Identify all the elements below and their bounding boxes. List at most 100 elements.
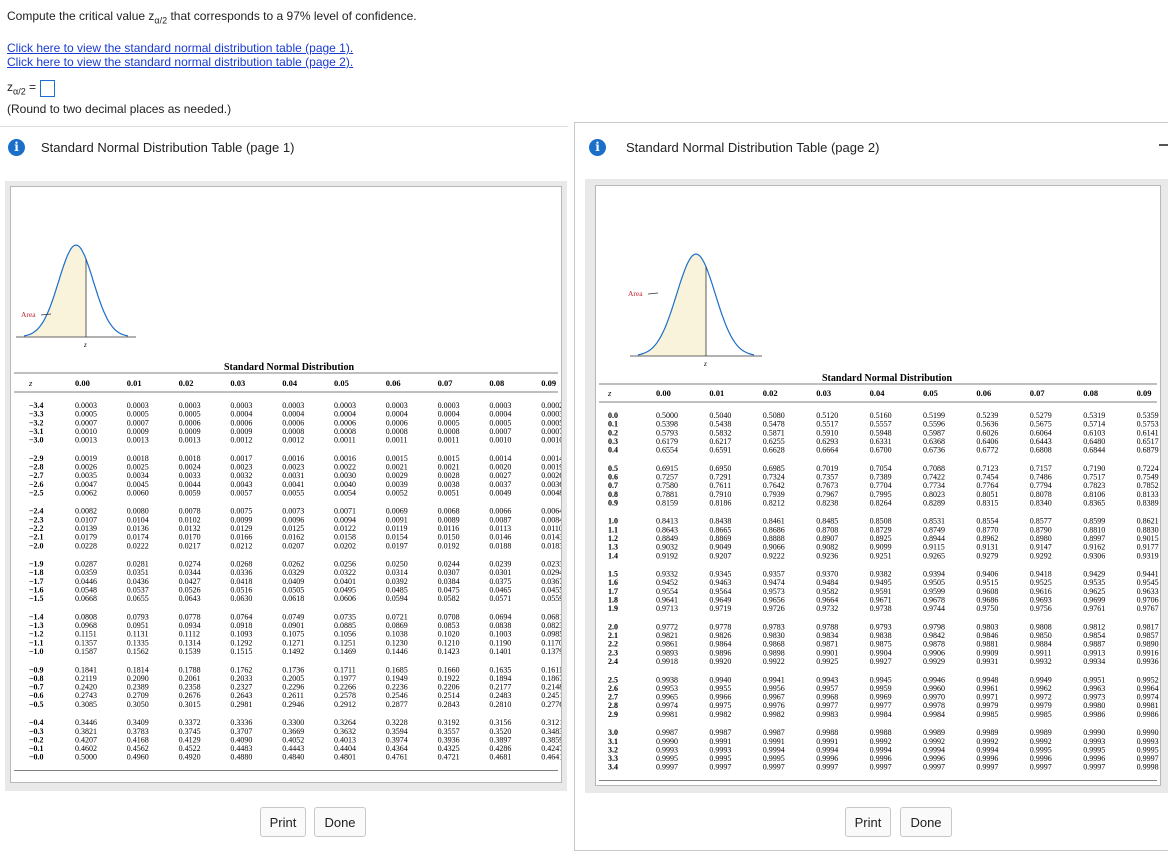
table-cell: 0.6480 bbox=[1083, 437, 1105, 446]
table-cell: 0.5398 bbox=[656, 420, 678, 429]
table-cell: 0.9987 bbox=[656, 728, 678, 737]
table-cell: 0.9940 bbox=[709, 675, 731, 684]
print-button[interactable]: Print bbox=[260, 807, 306, 837]
column-header: 0.02 bbox=[179, 378, 194, 388]
table-cell: 0.2776 bbox=[541, 700, 561, 709]
print-button[interactable]: Print bbox=[845, 807, 891, 837]
table-cell: 0.9906 bbox=[923, 648, 945, 657]
table-cell: 0.6026 bbox=[976, 428, 998, 437]
table-cell: 0.2743 bbox=[75, 691, 97, 700]
table-cell: 0.0006 bbox=[282, 418, 304, 427]
table-cell: 0.4364 bbox=[386, 744, 408, 753]
round-note: (Round to two decimal places as needed.) bbox=[7, 102, 232, 116]
table-cell: 0.7794 bbox=[1030, 481, 1052, 490]
table-cell: 0.9936 bbox=[1137, 657, 1159, 666]
table-cell: 0.3336 bbox=[230, 718, 252, 727]
table-cell: 0.9699 bbox=[1083, 596, 1105, 605]
table-cell: 0.1977 bbox=[334, 674, 356, 683]
answer-input[interactable] bbox=[40, 80, 56, 97]
row-z-value: 1.5 bbox=[608, 570, 618, 579]
table-cell: 0.9929 bbox=[923, 657, 945, 666]
table-cell: 0.0359 bbox=[75, 568, 97, 577]
table-cell: 0.9992 bbox=[976, 737, 998, 746]
table-cell: 0.9932 bbox=[1030, 657, 1052, 666]
minimize-icon[interactable] bbox=[1159, 144, 1168, 146]
table-cell: 0.9987 bbox=[763, 728, 785, 737]
row-z-value: 0.7 bbox=[608, 481, 618, 490]
table-cell: 0.0143 bbox=[541, 533, 561, 542]
done-button[interactable]: Done bbox=[314, 807, 366, 837]
table-cell: 0.2177 bbox=[489, 683, 511, 692]
scroll-area[interactable]: Area z Standard Normal Distribution z 0.00 0.… bbox=[585, 179, 1168, 802]
table-cell: 0.0016 bbox=[282, 454, 304, 463]
table-cell: 0.0006 bbox=[386, 418, 408, 427]
table-cell: 0.0004 bbox=[386, 410, 408, 419]
column-header: 0.01 bbox=[709, 388, 724, 398]
table-cell: 0.0011 bbox=[438, 436, 460, 445]
table-cell: 0.7389 bbox=[870, 473, 892, 482]
table-cell: 0.0017 bbox=[230, 454, 252, 463]
table-cell: 0.9406 bbox=[976, 570, 998, 579]
table-cell: 0.0039 bbox=[386, 480, 408, 489]
table-cell: 0.2005 bbox=[282, 674, 304, 683]
table-cell: 0.8810 bbox=[1083, 525, 1105, 534]
table-cell: 0.0004 bbox=[489, 410, 511, 419]
table-cell: 0.1562 bbox=[127, 647, 149, 656]
table-cell: 0.0183 bbox=[541, 541, 561, 550]
table-cell: 0.9066 bbox=[763, 543, 785, 552]
table-cell: 0.0436 bbox=[127, 577, 149, 586]
table-cell: 0.0012 bbox=[282, 436, 304, 445]
table-cell: 0.9983 bbox=[816, 710, 838, 719]
row-z-value: −3.3 bbox=[29, 410, 44, 419]
table-cell: 0.7257 bbox=[656, 473, 678, 482]
table-cell: 0.9686 bbox=[976, 596, 998, 605]
table-cell: 0.1423 bbox=[438, 647, 460, 656]
row-z-value: 1.3 bbox=[608, 543, 618, 552]
column-header: 0.06 bbox=[976, 388, 991, 398]
table-cell: 0.9922 bbox=[763, 657, 785, 666]
table-cell: 0.0808 bbox=[75, 612, 97, 621]
table-cell: 0.8888 bbox=[763, 534, 785, 543]
table-cell: 0.1093 bbox=[230, 630, 252, 639]
table-cell: 0.9049 bbox=[709, 543, 731, 552]
table-cell: 0.4960 bbox=[127, 753, 149, 762]
table-cell: 0.9951 bbox=[1083, 675, 1105, 684]
table-cell: 0.0154 bbox=[386, 533, 408, 542]
table-cell: 0.9953 bbox=[656, 684, 678, 693]
table-page1-link[interactable]: Click here to view the standard normal d… bbox=[7, 41, 353, 55]
table-cell: 0.2206 bbox=[438, 683, 460, 692]
table-cell: 0.8485 bbox=[816, 517, 838, 526]
table-cell: 0.3520 bbox=[489, 727, 511, 736]
table-cell: 0.1446 bbox=[386, 647, 408, 656]
row-z-value: −1.3 bbox=[29, 621, 44, 630]
table-cell: 0.1131 bbox=[127, 630, 149, 639]
table-cell: 0.0043 bbox=[230, 480, 252, 489]
table-cell: 0.8577 bbox=[1030, 517, 1052, 526]
table-cell: 0.1170 bbox=[541, 638, 561, 647]
row-z-value: 0.5 bbox=[608, 464, 618, 473]
table-cell: 0.9382 bbox=[870, 570, 892, 579]
table-cell: 0.9992 bbox=[923, 737, 945, 746]
row-z-value: 3.1 bbox=[608, 737, 618, 746]
table-cell: 0.0113 bbox=[489, 524, 511, 533]
table-cell: 0.0048 bbox=[541, 488, 561, 497]
table-cell: 0.9573 bbox=[763, 587, 785, 596]
table-cell: 0.5596 bbox=[923, 420, 945, 429]
table-cell: 0.2327 bbox=[230, 683, 252, 692]
column-header: 0.04 bbox=[870, 388, 886, 398]
done-button[interactable]: Done bbox=[900, 807, 952, 837]
table-cell: 0.0080 bbox=[127, 507, 149, 516]
table-cell: 0.0078 bbox=[179, 507, 201, 516]
table-cell: 0.9989 bbox=[976, 728, 998, 737]
table-cell: 0.9993 bbox=[1083, 737, 1105, 746]
table-cell: 0.7324 bbox=[763, 473, 785, 482]
scroll-area[interactable]: Area z Standard Normal Distribution z 0.00 0.… bbox=[5, 181, 567, 792]
table-cell: 0.7764 bbox=[976, 481, 998, 490]
table-cell: 0.9957 bbox=[816, 684, 838, 693]
table-cell: 0.0018 bbox=[179, 454, 201, 463]
table-cell: 0.0035 bbox=[75, 471, 97, 480]
table-cell: 0.8413 bbox=[656, 517, 678, 526]
column-header: 0.05 bbox=[334, 378, 349, 388]
table-page2-link[interactable]: Click here to view the standard normal d… bbox=[7, 55, 353, 69]
table-cell: 0.7852 bbox=[1137, 481, 1159, 490]
